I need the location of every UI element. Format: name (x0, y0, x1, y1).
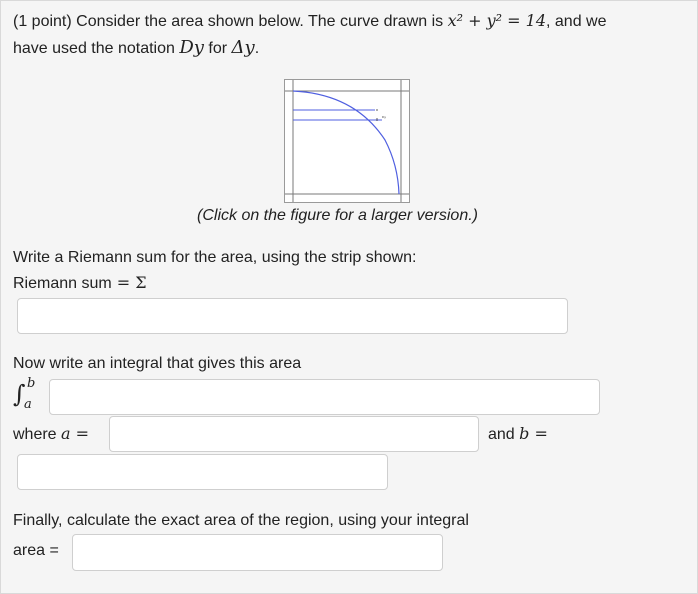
area-field[interactable] (72, 534, 443, 571)
riemann-label-line: Riemann sum = Σ (13, 273, 147, 293)
a-symbol: a (61, 424, 71, 443)
integral-upper-limit: b (27, 376, 36, 391)
intro-line-1: (1 point) Consider the area shown below.… (13, 11, 607, 31)
integral-lower-limit: a (24, 397, 32, 412)
area-figure-svg: Dy (285, 80, 409, 202)
area-figure[interactable]: Dy (284, 79, 410, 203)
notation-dy: Dy (179, 37, 204, 58)
where-a-line: where a = (13, 424, 89, 444)
lower-limit-field[interactable] (109, 416, 479, 452)
intro-mid: , and we (546, 13, 607, 30)
problem-panel: (1 point) Consider the area shown below.… (0, 0, 698, 594)
a-equals: = (70, 424, 90, 443)
riemann-sum-field[interactable] (17, 298, 568, 334)
and-b-line: and b = (488, 424, 548, 444)
final-prompt: Finally, calculate the exact area of the… (13, 512, 469, 529)
lower-limit-input[interactable] (110, 417, 478, 451)
riemann-label: Riemann sum (13, 275, 112, 292)
integral-field[interactable] (49, 379, 600, 415)
riemann-prompt: Write a Riemann sum for the area, using … (13, 249, 417, 266)
notation-for: for (203, 40, 232, 57)
integral-symbol: ∫ b a (13, 376, 36, 412)
b-equals: = (529, 424, 548, 443)
integral-input[interactable] (50, 380, 599, 414)
dy-tiny-label: Dy (382, 115, 386, 119)
figure-caption: (Click on the figure for a larger versio… (197, 207, 478, 224)
and-label: and (488, 426, 520, 443)
intro-line2-prefix: have used the notation (13, 40, 180, 57)
intro-prefix: (1 point) Consider the area shown below.… (13, 13, 448, 30)
notation-delta: Δy (231, 37, 255, 58)
notation-end: . (254, 40, 260, 57)
integral-prompt: Now write an integral that gives this ar… (13, 355, 302, 372)
intro-line-2: have used the notation Dy for Δy. (13, 37, 259, 58)
upper-limit-input[interactable] (18, 455, 387, 489)
curve-equation: x² + y² = 14 (447, 11, 547, 30)
area-label: area = (13, 542, 59, 559)
curve-path (292, 90, 400, 195)
upper-limit-field[interactable] (17, 454, 388, 490)
riemann-sum-input[interactable] (18, 299, 567, 333)
b-symbol: b (519, 424, 530, 443)
riemann-sigma: = Σ (111, 273, 147, 292)
where-label: where (13, 426, 62, 443)
area-input[interactable] (73, 535, 442, 570)
